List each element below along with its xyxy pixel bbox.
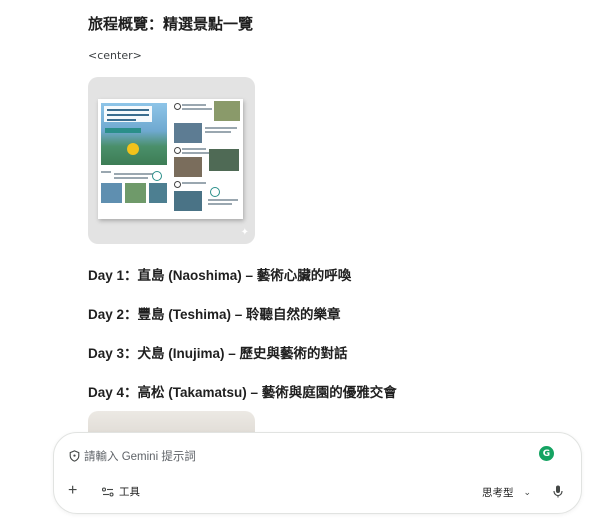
- grammarly-icon[interactable]: G: [539, 446, 554, 461]
- raw-html-tag-text: <center>: [88, 49, 142, 62]
- tools-button[interactable]: 工具: [102, 484, 140, 499]
- plus-icon[interactable]: +: [68, 483, 77, 499]
- model-label: 思考型: [481, 487, 514, 499]
- section-heading: 旅程概覽：精選景點一覽: [88, 16, 254, 33]
- microphone-icon[interactable]: [553, 485, 563, 498]
- brochure-hero: [101, 103, 167, 165]
- prompt-input-row[interactable]: 請輸入 Gemini 提示詞: [69, 448, 196, 464]
- prompt-composer: 請輸入 Gemini 提示詞 G + 工具 思考型 ⌄: [53, 432, 582, 514]
- shield-icon: [69, 450, 80, 462]
- tools-label: 工具: [119, 486, 140, 498]
- day-4-title: Day 4：高松 (Takamatsu) – 藝術與庭園的優雅交會: [88, 385, 397, 400]
- sparkle-icon: ✦: [240, 227, 249, 238]
- model-selector[interactable]: 思考型 ⌄: [482, 485, 531, 500]
- generated-image-card[interactable]: ✦: [88, 77, 255, 244]
- day-2-title: Day 2：豐島 (Teshima) – 聆聽自然的樂章: [88, 307, 341, 322]
- day-3-title: Day 3：犬島 (Inujima) – 歷史與藝術的對話: [88, 346, 348, 361]
- prompt-input[interactable]: 請輸入 Gemini 提示詞: [84, 448, 196, 464]
- brochure-image: [98, 99, 243, 219]
- chevron-down-icon: ⌄: [523, 487, 531, 497]
- tools-icon: [102, 486, 114, 497]
- day-1-title: Day 1：直島 (Naoshima) – 藝術心臟的呼喚: [88, 268, 352, 283]
